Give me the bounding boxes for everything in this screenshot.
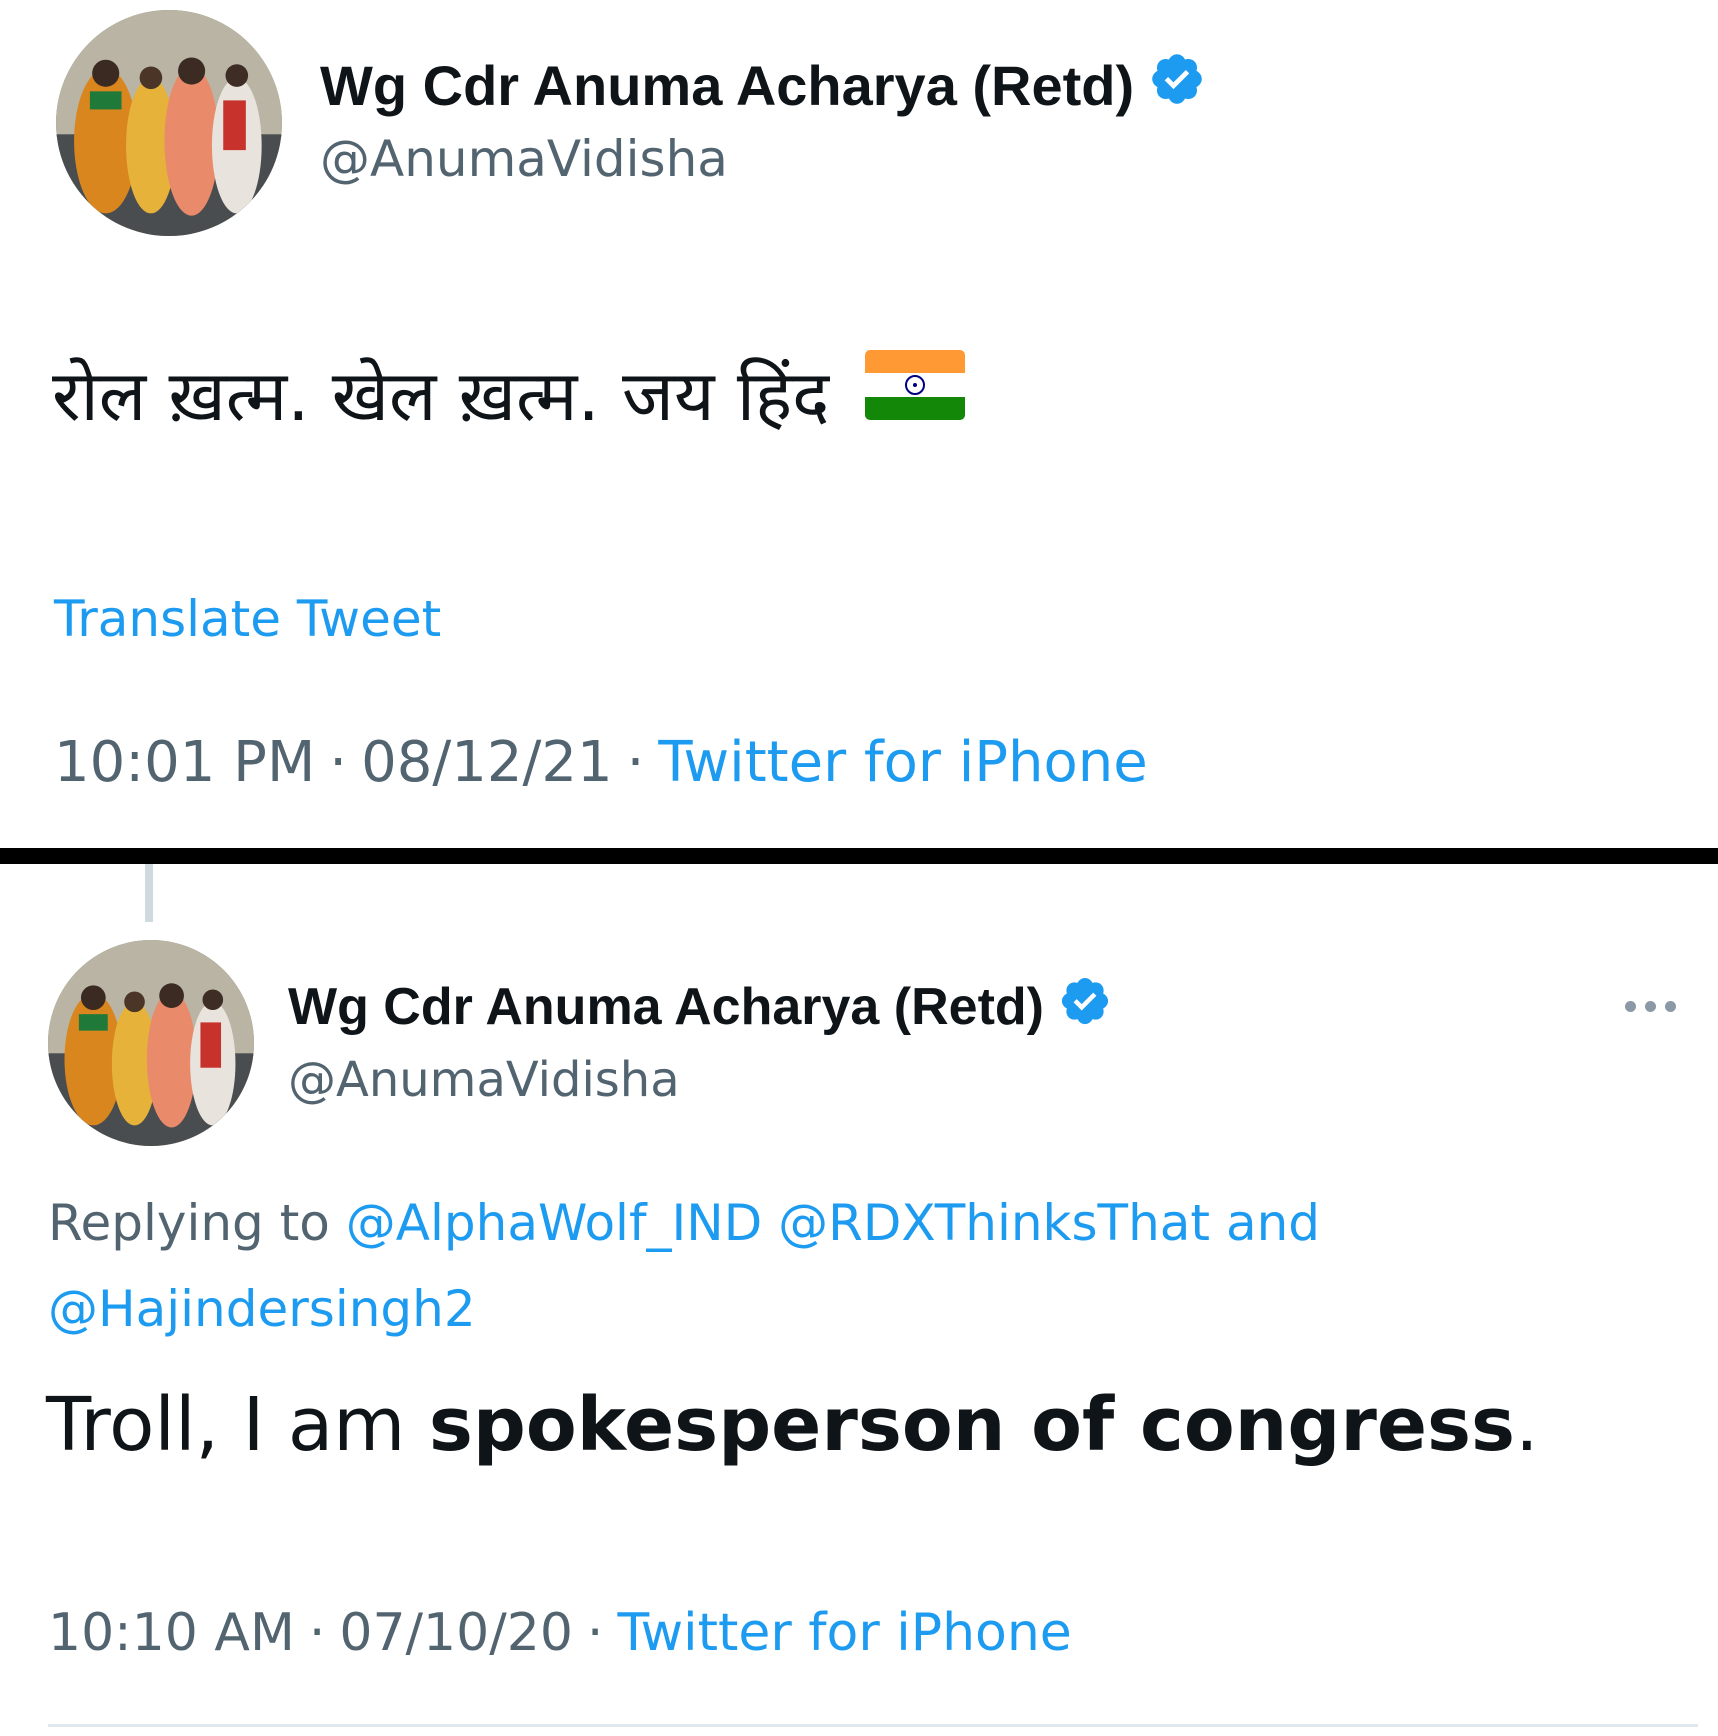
tweet-metadata: 10:01 PM · 08/12/21 · Twitter for iPhone: [54, 730, 1148, 795]
tweet-text: रोल ख़त्म. खेल ख़त्म. जय हिंद: [52, 345, 966, 441]
tweet-text: Troll, I am spokesperson of congress.: [46, 1382, 1539, 1468]
translate-tweet-link[interactable]: Translate Tweet: [54, 590, 441, 648]
avatar-image: [56, 10, 282, 236]
meta-separator: ·: [308, 1603, 326, 1663]
avatar-image: [48, 940, 254, 1146]
tweet-text-content: रोल ख़त्म. खेल ख़त्म. जय हिंद: [52, 355, 830, 437]
tweet-time[interactable]: 10:10 AM: [48, 1603, 295, 1663]
mention-link[interactable]: @AlphaWolf_IND: [346, 1194, 762, 1252]
avatar[interactable]: [56, 10, 282, 236]
india-flag-icon: [865, 349, 966, 437]
display-name-text: Wg Cdr Anuma Acharya (Retd): [320, 53, 1135, 117]
meta-separator: ·: [329, 730, 348, 795]
screenshot-divider: [0, 848, 1718, 864]
tweet-time[interactable]: 10:01 PM: [54, 730, 315, 795]
tweet-date[interactable]: 08/12/21: [361, 730, 613, 795]
tweet-date[interactable]: 07/10/20: [339, 1603, 573, 1663]
others-and-link[interactable]: and: [1226, 1194, 1320, 1252]
meta-separator: ·: [626, 730, 645, 795]
tweet-text-plain: Troll, I am: [46, 1382, 429, 1468]
dot: [1645, 1001, 1656, 1012]
tweet-text-bold: spokesperson of congress: [428, 1382, 1516, 1468]
display-name[interactable]: Wg Cdr Anuma Acharya (Retd): [320, 50, 1206, 120]
dot: [1665, 1001, 1676, 1012]
replying-to: Replying to @AlphaWolf_IND @RDXThinksTha…: [48, 1180, 1668, 1352]
display-name[interactable]: Wg Cdr Anuma Acharya (Retd): [288, 975, 1112, 1039]
tweet-source-link[interactable]: Twitter for iPhone: [658, 730, 1147, 795]
tweet-source-link[interactable]: Twitter for iPhone: [617, 1603, 1071, 1663]
verified-badge-icon: [1058, 974, 1112, 1041]
meta-separator: ·: [586, 1603, 604, 1663]
handle[interactable]: @AnumaVidisha: [320, 130, 728, 188]
replying-prefix: Replying to: [48, 1194, 330, 1252]
mention-link[interactable]: @RDXThinksThat: [778, 1194, 1210, 1252]
tweet-text-period: .: [1515, 1382, 1539, 1468]
more-options-icon[interactable]: [1625, 1001, 1676, 1012]
tweet-metadata: 10:10 AM · 07/10/20 · Twitter for iPhone: [48, 1603, 1072, 1663]
thread-connector-line: [145, 864, 153, 922]
dot: [1625, 1001, 1636, 1012]
verified-badge-icon: [1148, 50, 1206, 121]
bottom-divider: [48, 1724, 1698, 1727]
mention-link[interactable]: @Hajindersingh2: [48, 1280, 476, 1338]
display-name-text: Wg Cdr Anuma Acharya (Retd): [288, 978, 1044, 1036]
avatar[interactable]: [48, 940, 254, 1146]
handle[interactable]: @AnumaVidisha: [288, 1052, 680, 1108]
